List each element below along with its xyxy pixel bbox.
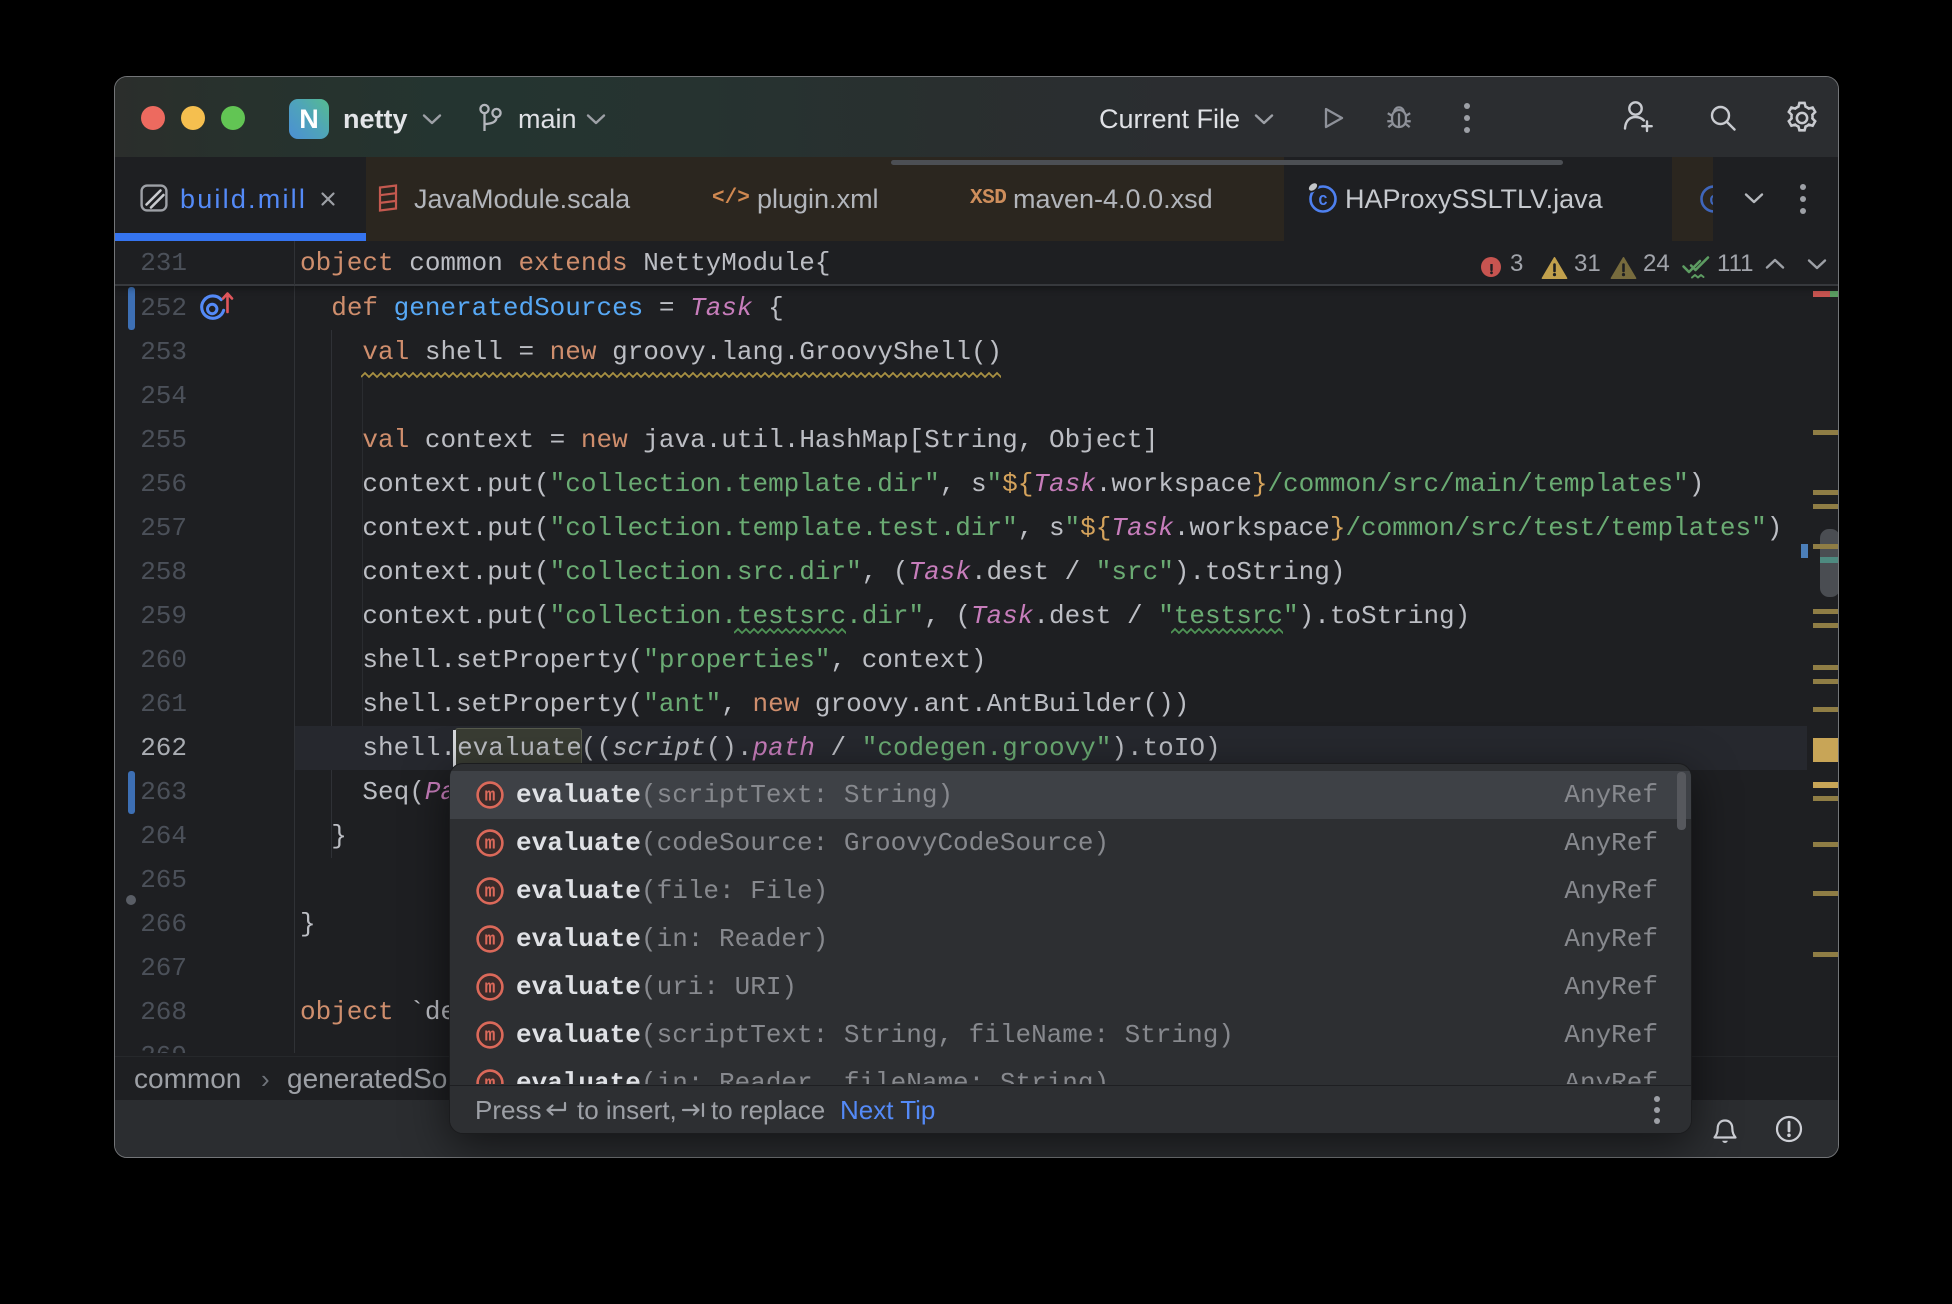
svg-text:C: C [1318,193,1327,210]
svg-text:C: C [1709,193,1713,210]
svg-text:m: m [485,1075,496,1085]
svg-text:m: m [485,787,496,807]
svg-text:m: m [485,835,496,855]
svg-text:m: m [485,931,496,951]
svg-text:m: m [485,979,496,999]
svg-text:m: m [485,883,496,903]
svg-text:m: m [485,1027,496,1047]
